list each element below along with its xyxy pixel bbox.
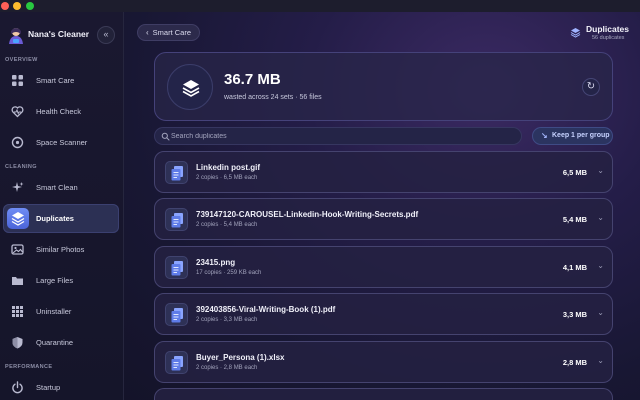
sidebar-item-label: Duplicates <box>36 214 74 223</box>
sidebar-item-label: Similar Photos <box>36 245 85 254</box>
folder-icon <box>12 277 23 285</box>
document-icon <box>165 351 188 374</box>
sidebar-item-label: Health Check <box>36 107 82 116</box>
search-icon <box>161 132 170 141</box>
summary-card: 36.7 MB wasted across 24 sets · 56 files… <box>154 52 613 121</box>
sidebar-item-label: Quarantine <box>36 338 74 347</box>
sidebar-item-smart-care[interactable]: Smart Care <box>3 66 119 95</box>
wasted-description: wasted across 24 sets · 56 files <box>224 94 322 101</box>
duplicate-row[interactable]: Linkedin post.gif 2 copies · 6,5 MB each… <box>154 151 613 193</box>
file-meta: 2 copies · 3,3 MB each <box>196 317 258 323</box>
close-window-button[interactable] <box>1 2 9 10</box>
file-name: Linkedin post.gif <box>196 163 260 172</box>
section-label-cleaning: CLEANING <box>5 164 37 170</box>
grid-icon <box>12 75 23 86</box>
sidebar-item-large-files[interactable]: Large Files <box>3 266 119 295</box>
sidebar-item-health-check[interactable]: Health Check <box>3 97 119 126</box>
wasted-size: 36.7 MB <box>224 71 281 88</box>
file-meta: 2 copies · 5,4 MB each <box>196 222 258 228</box>
section-label-performance: PERFORMANCE <box>5 364 53 370</box>
document-icon <box>165 208 188 231</box>
file-name: Buyer_Persona (1).xlsx <box>196 353 285 362</box>
photo-icon <box>11 244 24 255</box>
app-name: Nana's Cleaner <box>28 29 90 39</box>
apps-grid-icon <box>12 306 23 317</box>
sparkle-icon <box>12 182 24 192</box>
keep-one-per-group-button[interactable]: ↘ Keep 1 per group <box>532 127 613 145</box>
main-content: ‹ Smart Care Duplicates 56 duplicates 36.… <box>124 12 640 400</box>
file-meta: 2 copies · 2,8 MB each <box>196 365 258 371</box>
sidebar-item-label: Smart Care <box>36 76 75 85</box>
sidebar: Nana's Cleaner « OVERVIEW Smart Care Hea… <box>0 12 124 400</box>
search-bar <box>154 127 522 145</box>
duplicate-row-partial[interactable] <box>154 388 613 400</box>
sidebar-item-label: Smart Clean <box>36 183 78 192</box>
duplicate-row[interactable]: 392403856-Viral-Writing-Book (1).pdf 2 c… <box>154 293 613 335</box>
sidebar-item-similar-photos[interactable]: Similar Photos <box>3 235 119 264</box>
file-name: 739147120-CAROUSEL-Linkedin-Hook-Writing… <box>196 210 419 219</box>
chevron-down-icon[interactable]: ⌄ <box>597 356 604 365</box>
duplicate-row[interactable]: Buyer_Persona (1).xlsx 2 copies · 2,8 MB… <box>154 341 613 383</box>
layers-icon <box>7 208 29 229</box>
file-size: 3,3 MB <box>562 310 587 319</box>
page-subtitle: 56 duplicates <box>592 35 625 41</box>
sidebar-item-smart-clean[interactable]: Smart Clean <box>3 173 119 202</box>
refresh-icon: ↻ <box>586 81 596 92</box>
sidebar-item-quarantine[interactable]: Quarantine <box>3 328 119 357</box>
power-icon <box>12 381 23 394</box>
app-window: Nana's Cleaner « OVERVIEW Smart Care Hea… <box>0 0 640 400</box>
file-size: 2,8 MB <box>562 358 587 367</box>
chevron-down-icon[interactable]: ⌄ <box>597 213 604 222</box>
disk-icon <box>11 136 24 149</box>
chevron-left-icon: ‹ <box>146 28 149 37</box>
file-size: 5,4 MB <box>562 215 587 224</box>
file-meta: 17 copies · 259 KB each <box>196 270 262 276</box>
chevron-down-icon[interactable]: ⌄ <box>597 261 604 270</box>
sidebar-item-uninstaller[interactable]: Uninstaller <box>3 297 119 326</box>
sidebar-item-space-scanner[interactable]: Space Scanner <box>3 128 119 157</box>
chevron-down-icon[interactable]: ⌄ <box>597 308 604 317</box>
search-input[interactable] <box>171 129 511 143</box>
sidebar-item-label: Startup <box>36 383 61 392</box>
duplicate-row[interactable]: 23415.png 17 copies · 259 KB each 4,1 MB… <box>154 246 613 288</box>
zoom-window-button[interactable] <box>26 2 34 10</box>
refresh-button[interactable]: ↻ <box>582 78 600 96</box>
layers-icon <box>570 28 581 38</box>
file-size: 6,5 MB <box>562 168 587 177</box>
title-bar <box>0 0 640 12</box>
back-button-label: Smart Care <box>152 28 192 37</box>
file-name: 23415.png <box>196 258 236 267</box>
sidebar-item-startup[interactable]: Startup <box>3 373 119 400</box>
file-size: 4,1 MB <box>562 263 587 272</box>
document-icon <box>165 256 188 279</box>
page-title: Duplicates <box>586 24 629 34</box>
keep-button-label: Keep 1 per group <box>552 132 610 139</box>
duplicate-row[interactable]: 739147120-CAROUSEL-Linkedin-Hook-Writing… <box>154 198 613 240</box>
document-icon <box>165 161 188 184</box>
collapse-sidebar-button[interactable]: « <box>97 26 115 44</box>
file-meta: 2 copies · 6,5 MB each <box>196 175 258 181</box>
file-name: 392403856-Viral-Writing-Book (1).pdf <box>196 305 336 314</box>
summary-badge <box>167 64 213 110</box>
minimize-window-button[interactable] <box>13 2 21 10</box>
sidebar-item-label: Space Scanner <box>36 138 88 147</box>
sidebar-item-duplicates[interactable]: Duplicates <box>3 204 119 233</box>
sidebar-item-label: Uninstaller <box>36 307 72 316</box>
layers-icon <box>182 80 200 97</box>
section-label-overview: OVERVIEW <box>5 57 38 63</box>
double-chevron-left-icon: « <box>103 29 109 39</box>
back-button[interactable]: ‹ Smart Care <box>137 24 201 41</box>
app-logo-icon <box>9 28 23 44</box>
chevron-down-icon[interactable]: ⌄ <box>597 166 604 175</box>
sidebar-item-label: Large Files <box>36 276 74 285</box>
document-icon <box>165 303 188 326</box>
shrink-arrows-icon: ↘ <box>541 131 548 140</box>
heartbeat-icon <box>11 106 24 118</box>
shield-icon <box>12 337 23 349</box>
